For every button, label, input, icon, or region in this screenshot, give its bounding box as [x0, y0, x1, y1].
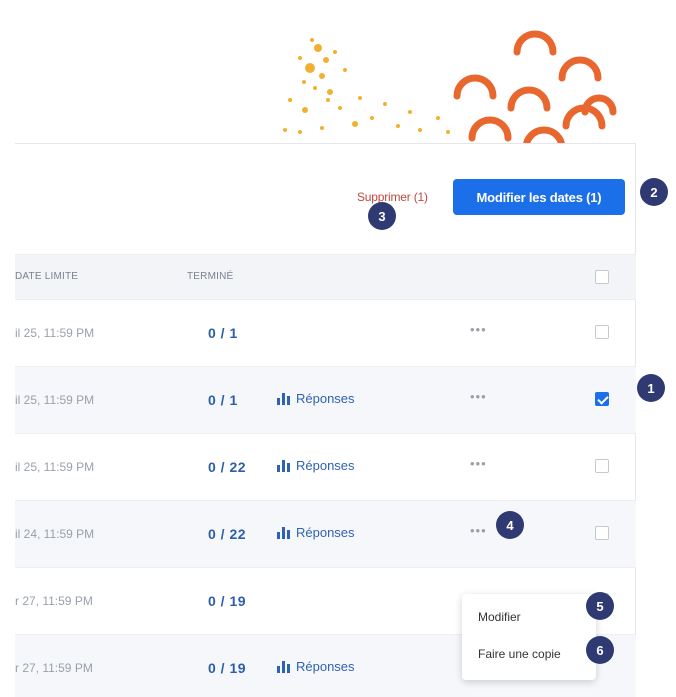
responses-link[interactable]: Réponses	[277, 391, 355, 406]
due-date-cell: il 24, 11:59 PM	[15, 527, 95, 541]
bulk-actions-toolbar: Supprimer (1) Modifier les dates (1)	[15, 144, 636, 250]
step-badge-2: 2	[640, 178, 668, 206]
due-date-cell: il 25, 11:59 PM	[15, 460, 95, 474]
more-actions-button[interactable]: •••	[470, 389, 487, 404]
step-badge-5: 5	[586, 592, 614, 620]
row-checkbox[interactable]	[595, 526, 609, 540]
table-row: il 25, 11:59 PM 0 / 1 •••	[15, 299, 636, 366]
row-checkbox[interactable]	[595, 392, 609, 406]
completion-count: 0 / 22	[208, 459, 247, 475]
edit-dates-button[interactable]: Modifier les dates (1)	[453, 179, 625, 215]
more-actions-button[interactable]: •••	[470, 456, 487, 471]
responses-link[interactable]: Réponses	[277, 458, 355, 473]
step-badge-4: 4	[496, 511, 524, 539]
more-actions-button[interactable]: •••	[470, 322, 487, 337]
done-column-header: TERMINÉ	[187, 271, 234, 282]
completion-count: 0 / 19	[208, 660, 247, 676]
responses-label: Réponses	[296, 659, 355, 674]
responses-link[interactable]: Réponses	[277, 525, 355, 540]
bar-chart-icon	[277, 459, 290, 472]
responses-label: Réponses	[296, 458, 355, 473]
responses-link[interactable]: Réponses	[277, 659, 355, 674]
due-date-cell: r 27, 11:59 PM	[15, 594, 93, 608]
row-checkbox[interactable]	[595, 325, 609, 339]
due-date-cell: il 25, 11:59 PM	[15, 393, 95, 407]
due-date-cell: r 27, 11:59 PM	[15, 661, 93, 675]
delete-selected-link[interactable]: Supprimer (1)	[357, 190, 428, 204]
table-row: il 25, 11:59 PM 0 / 22 Réponses •••	[15, 433, 636, 500]
responses-label: Réponses	[296, 525, 355, 540]
completion-count: 0 / 1	[208, 325, 238, 341]
responses-label: Réponses	[296, 391, 355, 406]
due-date-column-header: DATE LIMITE	[15, 271, 79, 282]
table-row: il 24, 11:59 PM 0 / 22 Réponses •••	[15, 500, 636, 567]
step-badge-6: 6	[586, 636, 614, 664]
bar-chart-icon	[277, 526, 290, 539]
completion-count: 0 / 1	[208, 392, 238, 408]
menu-item-duplicate[interactable]: Faire une copie	[478, 647, 561, 661]
completion-count: 0 / 19	[208, 593, 247, 609]
step-badge-3: 3	[368, 202, 396, 230]
more-actions-button[interactable]: •••	[470, 523, 487, 538]
table-header: DATE LIMITE TERMINÉ	[15, 254, 636, 299]
row-actions-menu: Modifier Faire une copie	[462, 594, 596, 680]
due-date-cell: il 25, 11:59 PM	[15, 326, 95, 340]
completion-count: 0 / 22	[208, 526, 247, 542]
step-badge-1: 1	[637, 374, 665, 402]
bar-chart-icon	[277, 392, 290, 405]
row-checkbox[interactable]	[595, 459, 609, 473]
bar-chart-icon	[277, 660, 290, 673]
menu-item-edit[interactable]: Modifier	[478, 610, 521, 624]
select-all-checkbox[interactable]	[595, 270, 609, 284]
table-row: il 25, 11:59 PM 0 / 1 Réponses •••	[15, 366, 636, 433]
